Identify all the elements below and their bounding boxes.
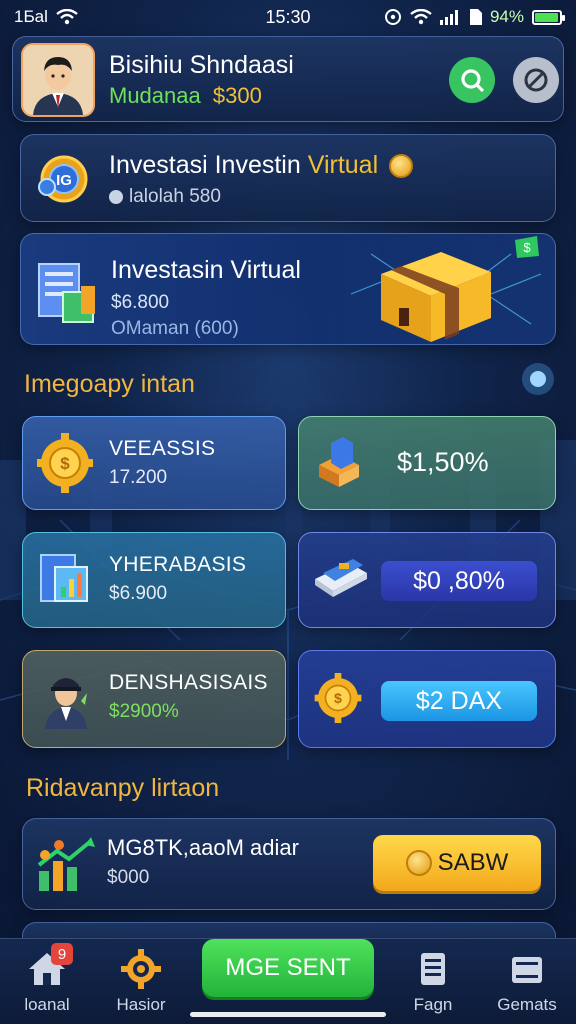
notification-badge: 9 [51, 943, 73, 965]
chat-search-icon [461, 69, 485, 93]
nav-fagn[interactable]: Fagn [388, 949, 478, 1015]
coin-icon [389, 154, 414, 179]
nav-hasior[interactable]: Hasior [96, 949, 186, 1015]
gear-coin-icon: $ [313, 673, 363, 728]
sim-icon [469, 9, 482, 25]
nav-hasior-label: Hasior [116, 995, 166, 1014]
grid-card-veeassis[interactable]: $ VEEASSIS 17.200 [22, 416, 286, 510]
coin-icon [405, 850, 432, 876]
battery-icon [532, 9, 565, 25]
banner-secondary: OMaman (600) [111, 318, 239, 339]
nav-home-label: loanal [24, 995, 70, 1014]
carrier-label: 1Ƃal [14, 7, 48, 26]
wallet-icon [512, 957, 542, 983]
settings-gear-icon [121, 949, 161, 989]
grid-card-dax[interactable]: $ $2 DAX [298, 650, 556, 748]
dax-button[interactable]: $2 DAX [381, 681, 537, 721]
balance-amount: $300 [212, 83, 262, 108]
gear-coin-icon: $ [37, 433, 93, 498]
nav-home[interactable]: 9 loanal [2, 943, 92, 1015]
info-icon [109, 190, 123, 204]
cash-stack-icon [313, 549, 369, 604]
balance-label: Mudanaa [109, 83, 201, 108]
nav-gemats-label: Gemats [497, 995, 557, 1014]
chat-button[interactable] [449, 57, 495, 103]
investasi-virtual-banner[interactable]: Investasin Virtual $6.800 OMaman (600) $ [20, 233, 556, 345]
banner-value: $6.800 [111, 292, 170, 313]
reward-title: MG8TK,aaoM adiar [107, 835, 299, 860]
grid-title: DENSHASISAIS [109, 671, 268, 694]
grid-card-denshasisais[interactable]: DENSHASISAIS $2900% [22, 650, 286, 748]
chart-document-icon [37, 549, 95, 614]
grid-card-rate[interactable]: $1,50% [298, 416, 556, 510]
block-icon [524, 68, 548, 92]
grid-rate-value: $1,50% [397, 447, 489, 477]
document-icon [421, 953, 445, 985]
grid-title: YHERABASIS [109, 553, 247, 576]
growth-people-icon [37, 837, 95, 891]
grid-value: $2900% [109, 701, 179, 722]
shield-gear-icon: IG [35, 151, 93, 212]
investasi-card[interactable]: IG Investasi Investin Virtual lalolah 58… [20, 134, 556, 222]
grid-card-yherabasis[interactable]: YHERABASIS $6.900 [22, 532, 286, 628]
block-button[interactable] [513, 57, 559, 103]
svg-text:IG: IG [56, 172, 72, 189]
profile-balance: Mudanaa $300 [109, 83, 262, 109]
investasi-title: Investasi Investin Virtual [109, 151, 414, 180]
nav-fagn-label: Fagn [413, 995, 453, 1014]
svg-text:$: $ [523, 240, 531, 255]
signal-icon [439, 10, 458, 25]
home-indicator [190, 1012, 386, 1017]
section-title-ridavanpy: Ridavanpy lirtaon [26, 774, 220, 802]
avatar[interactable] [21, 43, 95, 117]
reward-card[interactable]: MG8TK,aaoM adiar $000 SABW [22, 818, 556, 910]
battery-percent: 94% [489, 7, 524, 26]
profile-card[interactable]: Bisihiu Shndaasi Mudanaa $300 [12, 36, 564, 122]
investasi-subtitle: lalolah 580 [109, 186, 221, 208]
sabw-label: SABW [437, 849, 509, 876]
reward-subtitle: $000 [107, 867, 150, 888]
section-title-imegoapy: Imegoapy intan [24, 370, 195, 398]
profile-name: Bisihiu Shndaasi [109, 51, 294, 79]
officer-avatar-icon [37, 667, 95, 734]
grid-card-cash[interactable]: $0 ,80% [298, 532, 556, 628]
gift-box-icon: $ [350, 236, 542, 342]
sabw-button[interactable]: SABW [373, 835, 541, 891]
grid-title: VEEASSIS [109, 437, 216, 460]
blocks-icon [313, 433, 365, 494]
send-cta-button[interactable]: MGE SENT [202, 939, 374, 997]
svg-text:$: $ [334, 691, 342, 707]
wifi-icon [410, 9, 432, 25]
alarm-icon [384, 9, 401, 25]
wifi-icon [56, 9, 78, 25]
banner-title: Investasin Virtual [111, 256, 301, 284]
grid-value: $6.900 [109, 583, 168, 604]
nav-gemats[interactable]: Gemats [482, 949, 572, 1015]
document-stack-icon [38, 263, 95, 323]
svg-text:$: $ [60, 454, 70, 473]
status-bar: 1Ƃal 15:30 94% [0, 0, 576, 34]
grid-value: 17.200 [109, 467, 168, 488]
rate-pill: $0 ,80% [381, 561, 537, 601]
businessman-avatar-icon [23, 45, 93, 115]
